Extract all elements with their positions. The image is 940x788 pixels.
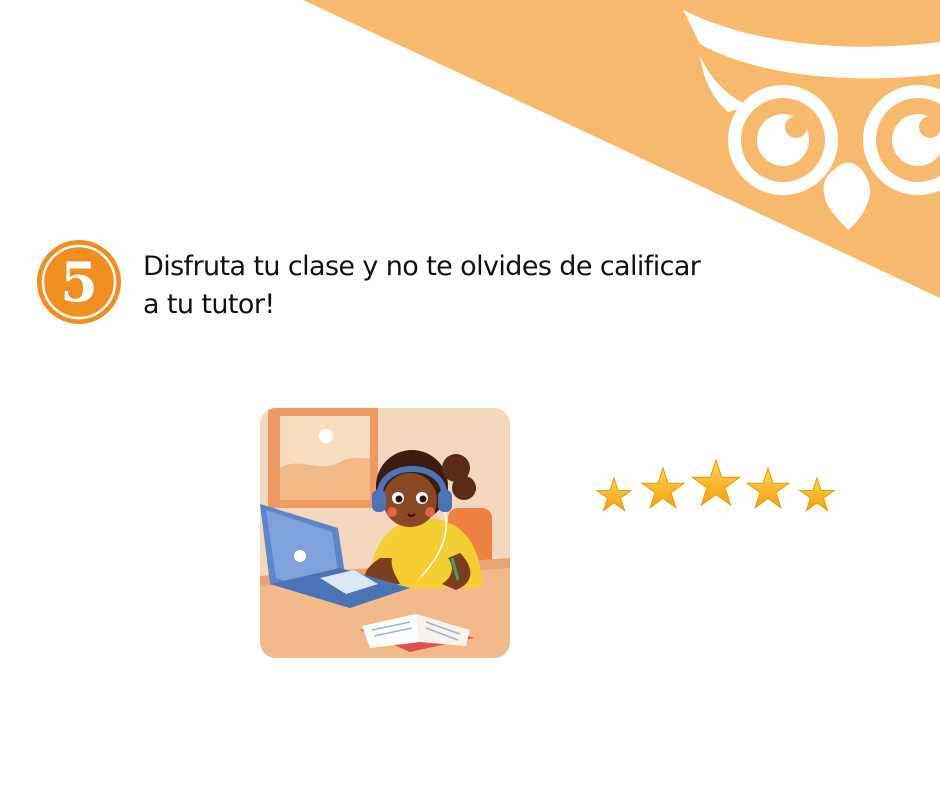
step-number: 5 — [60, 250, 98, 314]
student-online-class-illustration — [260, 408, 510, 658]
step-instruction-line-2: a tu tutor! — [143, 289, 275, 320]
star-icon — [800, 478, 834, 511]
step-instruction: Disfruta tu clase y no te olvides de cal… — [143, 248, 783, 324]
star-icon — [747, 468, 789, 508]
star-icon — [642, 468, 684, 508]
star-icon — [597, 478, 631, 511]
star-icon — [692, 460, 740, 505]
step-instruction-line-1: Disfruta tu clase y no te olvides de cal… — [143, 251, 701, 282]
header-decoration — [303, 0, 940, 298]
star-rating — [566, 408, 862, 556]
